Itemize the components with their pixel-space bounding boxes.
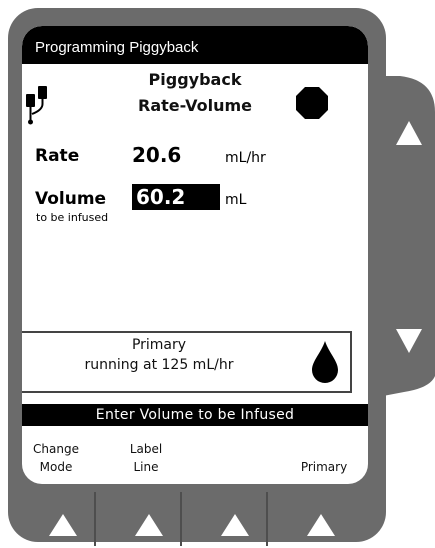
primary-status-box: Primary running at 125 mL/hr [22, 331, 352, 393]
scroll-down-button[interactable] [394, 326, 424, 356]
rate-value[interactable]: 20.6 [132, 143, 181, 167]
softkey-2-button[interactable] [134, 512, 164, 538]
softkey-3-button[interactable] [220, 512, 250, 538]
iv-bags-icon [26, 86, 47, 125]
volume-sub-label: to be infused [36, 211, 109, 224]
softkey-label-primary: Primary [300, 460, 348, 474]
prompt-bar: Enter Volume to be Infused [22, 404, 368, 426]
rate-label: Rate [35, 146, 80, 166]
softkey-label-change-mode: Change Mode [33, 442, 79, 474]
title-bar: Programming Piggyback [22, 26, 368, 64]
drop-icon [312, 341, 338, 383]
volume-unit: mL [225, 192, 247, 208]
volume-label: Volume [35, 189, 107, 209]
scroll-up-button[interactable] [394, 118, 424, 148]
primary-label: Primary [131, 337, 187, 353]
stop-octagon-icon[interactable] [295, 86, 329, 120]
primary-rate-text: running at 125 mL/hr [84, 357, 234, 373]
rate-unit: mL/hr [225, 150, 266, 166]
softkey-label-label-line: Label Line [129, 442, 163, 474]
lcd-screen: Programming Piggyback Piggyback Rate-Vol… [22, 26, 368, 484]
softkey-1-button[interactable] [48, 512, 78, 538]
softkey-4-button[interactable] [306, 512, 336, 538]
volume-value-field[interactable]: 60.2 [132, 184, 220, 210]
